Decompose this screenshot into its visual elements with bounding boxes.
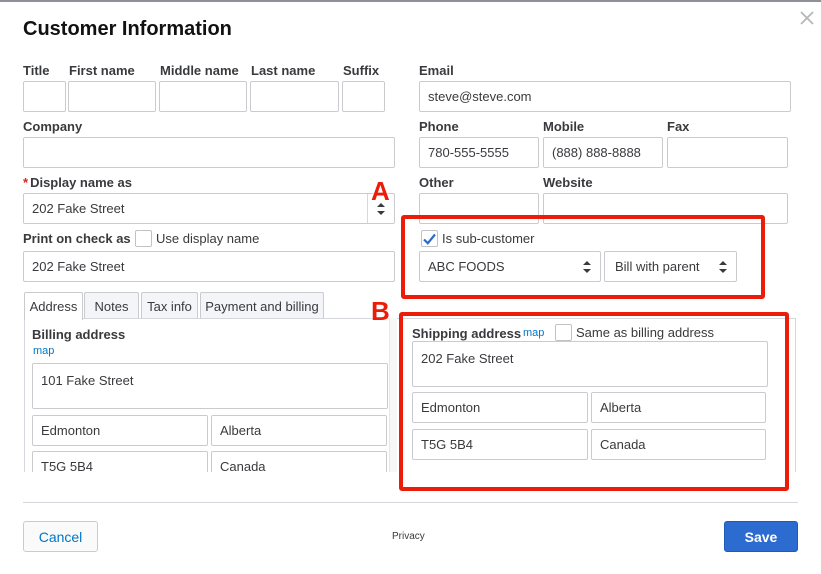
required-marker: * (23, 175, 29, 190)
other-label: Other (419, 175, 454, 190)
annotation-box-a (401, 215, 765, 299)
tab-notes[interactable]: Notes (84, 292, 139, 319)
privacy-link[interactable]: Privacy (392, 531, 425, 542)
fax-input[interactable] (667, 137, 788, 168)
annotation-label-a: A (371, 176, 390, 206)
billing-map-link[interactable]: map (33, 345, 54, 357)
email-label: Email (419, 63, 454, 78)
billing-city-input[interactable]: Edmonton (32, 415, 208, 446)
billing-postal-code-input[interactable]: T5G 5B4 (32, 451, 208, 472)
website-label: Website (543, 175, 593, 190)
billing-street-input[interactable]: 101 Fake Street (32, 363, 388, 409)
middle-name-label: Middle name (160, 63, 239, 78)
close-icon[interactable] (797, 8, 817, 28)
display-name-label-text: Display name as (30, 175, 132, 190)
company-label: Company (23, 119, 83, 134)
display-name-select[interactable]: 202 Fake Street (23, 193, 395, 224)
title-label: Title (23, 63, 50, 78)
first-name-input[interactable] (68, 81, 156, 112)
print-on-check-input[interactable]: 202 Fake Street (23, 251, 395, 282)
mobile-input[interactable]: (888) 888-8888 (543, 137, 663, 168)
title-input[interactable] (23, 81, 66, 112)
billing-province-input[interactable]: Alberta (211, 415, 387, 446)
last-name-input[interactable] (250, 81, 339, 112)
last-name-label: Last name (251, 63, 316, 78)
billing-address-label: Billing address (32, 327, 126, 342)
cancel-button[interactable]: Cancel (23, 521, 98, 552)
suffix-label: Suffix (343, 63, 380, 78)
billing-country-input[interactable]: Canada (211, 451, 387, 472)
display-name-label: * Display name as (23, 175, 132, 190)
phone-input[interactable]: 780-555-5555 (419, 137, 539, 168)
save-button[interactable]: Save (724, 521, 798, 552)
tab-tax-info[interactable]: Tax info (141, 292, 198, 319)
use-display-name-label: Use display name (156, 231, 260, 246)
company-input[interactable] (23, 137, 395, 168)
display-name-value: 202 Fake Street (32, 201, 125, 216)
first-name-label: First name (69, 63, 135, 78)
suffix-input[interactable] (342, 81, 385, 112)
select-divider (367, 194, 368, 223)
middle-name-input[interactable] (159, 81, 247, 112)
tab-payment-and-billing[interactable]: Payment and billing (200, 292, 324, 319)
print-on-check-label: Print on check as (23, 231, 131, 246)
annotation-box-b (399, 312, 789, 491)
email-input[interactable]: steve@steve.com (419, 81, 791, 112)
phone-label: Phone (419, 119, 459, 134)
dialog-title: Customer Information (23, 18, 232, 40)
panel-scrollbar[interactable] (389, 318, 397, 472)
fax-label: Fax (667, 119, 690, 134)
annotation-label-b: B (371, 296, 390, 326)
tab-address[interactable]: Address (24, 292, 83, 320)
mobile-label: Mobile (543, 119, 585, 134)
footer-divider (23, 502, 798, 503)
window-top-border (0, 0, 821, 2)
use-display-name-checkbox[interactable] (135, 230, 152, 247)
